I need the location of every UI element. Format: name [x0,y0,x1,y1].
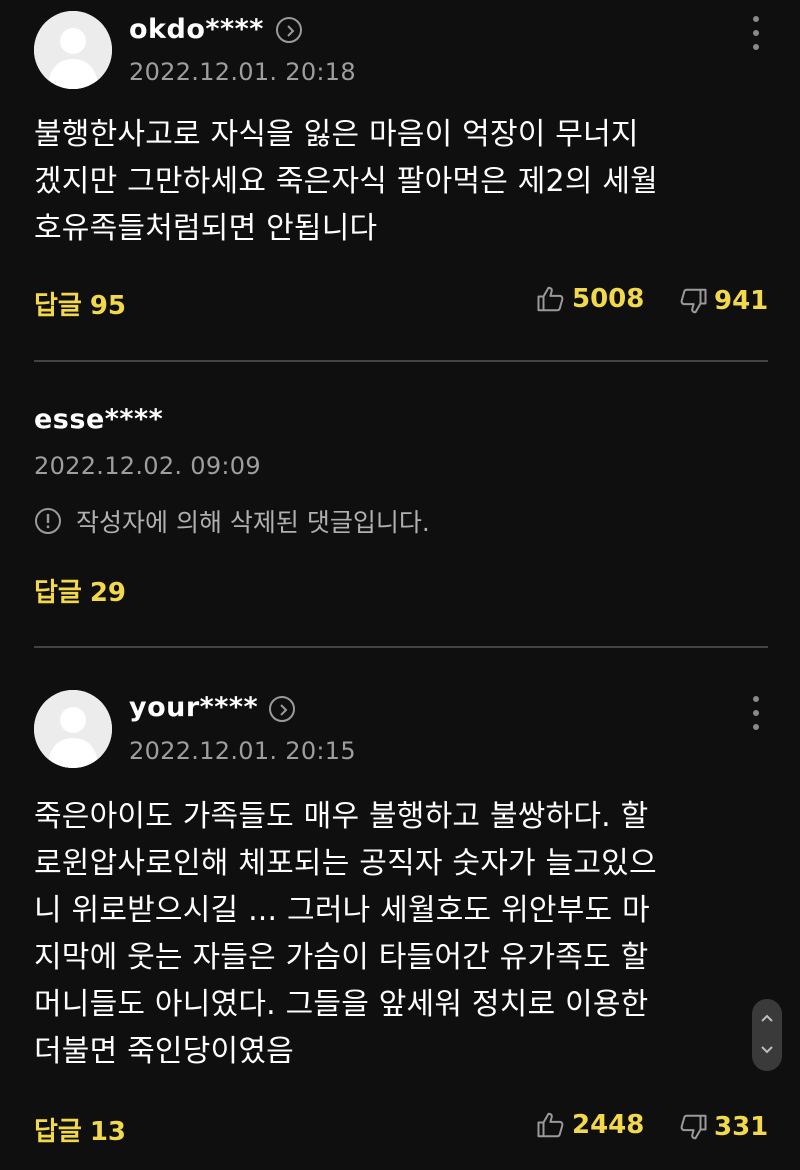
deleted-notice: 작성자에 의해 삭제된 댓글입니다. [34,503,430,539]
comment-date: 2022.12.01. 20:18 [129,58,356,86]
comment-date: 2022.12.01. 20:15 [129,737,356,765]
reply-button[interactable]: 답글 95 [34,285,126,322]
deleted-message: 작성자에 의해 삭제된 댓글입니다. [76,508,430,537]
reply-label: 답글 [34,291,82,321]
username[interactable]: your**** [129,692,258,723]
like-button[interactable]: 5008 [536,284,644,314]
chevron-right-circle-icon[interactable] [276,17,302,43]
username[interactable]: okdo**** [129,14,264,45]
reply-count: 13 [89,1117,127,1147]
default-user-avatar-icon [34,11,112,89]
comment-date: 2022.12.02. 09:09 [34,452,261,480]
more-vertical-icon[interactable] [750,696,762,736]
reply-button[interactable]: 답글 29 [34,572,126,609]
alert-circle-icon [35,508,61,534]
like-count: 2448 [572,1110,645,1140]
scroll-up-down-icon[interactable] [752,999,782,1071]
dislike-button[interactable]: 941 [678,286,768,316]
thumbs-up-icon [537,286,564,312]
like-count: 5008 [572,284,645,314]
divider [34,360,768,362]
reply-count: 29 [89,578,127,608]
reply-button[interactable]: 답글 13 [34,1111,126,1148]
avatar[interactable] [34,690,112,768]
divider [34,646,768,648]
thumbs-up-icon [537,1112,564,1138]
dislike-button[interactable]: 331 [678,1112,768,1142]
more-vertical-icon[interactable] [750,16,762,56]
reply-label: 답글 [34,1117,82,1147]
comment-text: 죽은아이도 가족들도 매우 불행하고 불쌍하다. 할 로윈압사로인해 체포되는 … [34,799,657,1069]
dislike-count: 941 [714,286,769,316]
default-user-avatar-icon [34,690,112,768]
dislike-count: 331 [714,1112,769,1142]
avatar[interactable] [34,11,112,89]
like-button[interactable]: 2448 [536,1110,644,1140]
chevron-right-circle-icon[interactable] [269,696,295,722]
reply-count: 95 [89,291,127,321]
comment-text: 불행한사고로 자식을 잃은 마음이 억장이 무너지 겠지만 그만하세요 죽은자식… [34,117,658,246]
reply-label: 답글 [34,578,82,608]
username[interactable]: esse**** [34,404,163,435]
thumbs-down-icon [680,288,707,314]
thumbs-down-icon [680,1114,707,1140]
